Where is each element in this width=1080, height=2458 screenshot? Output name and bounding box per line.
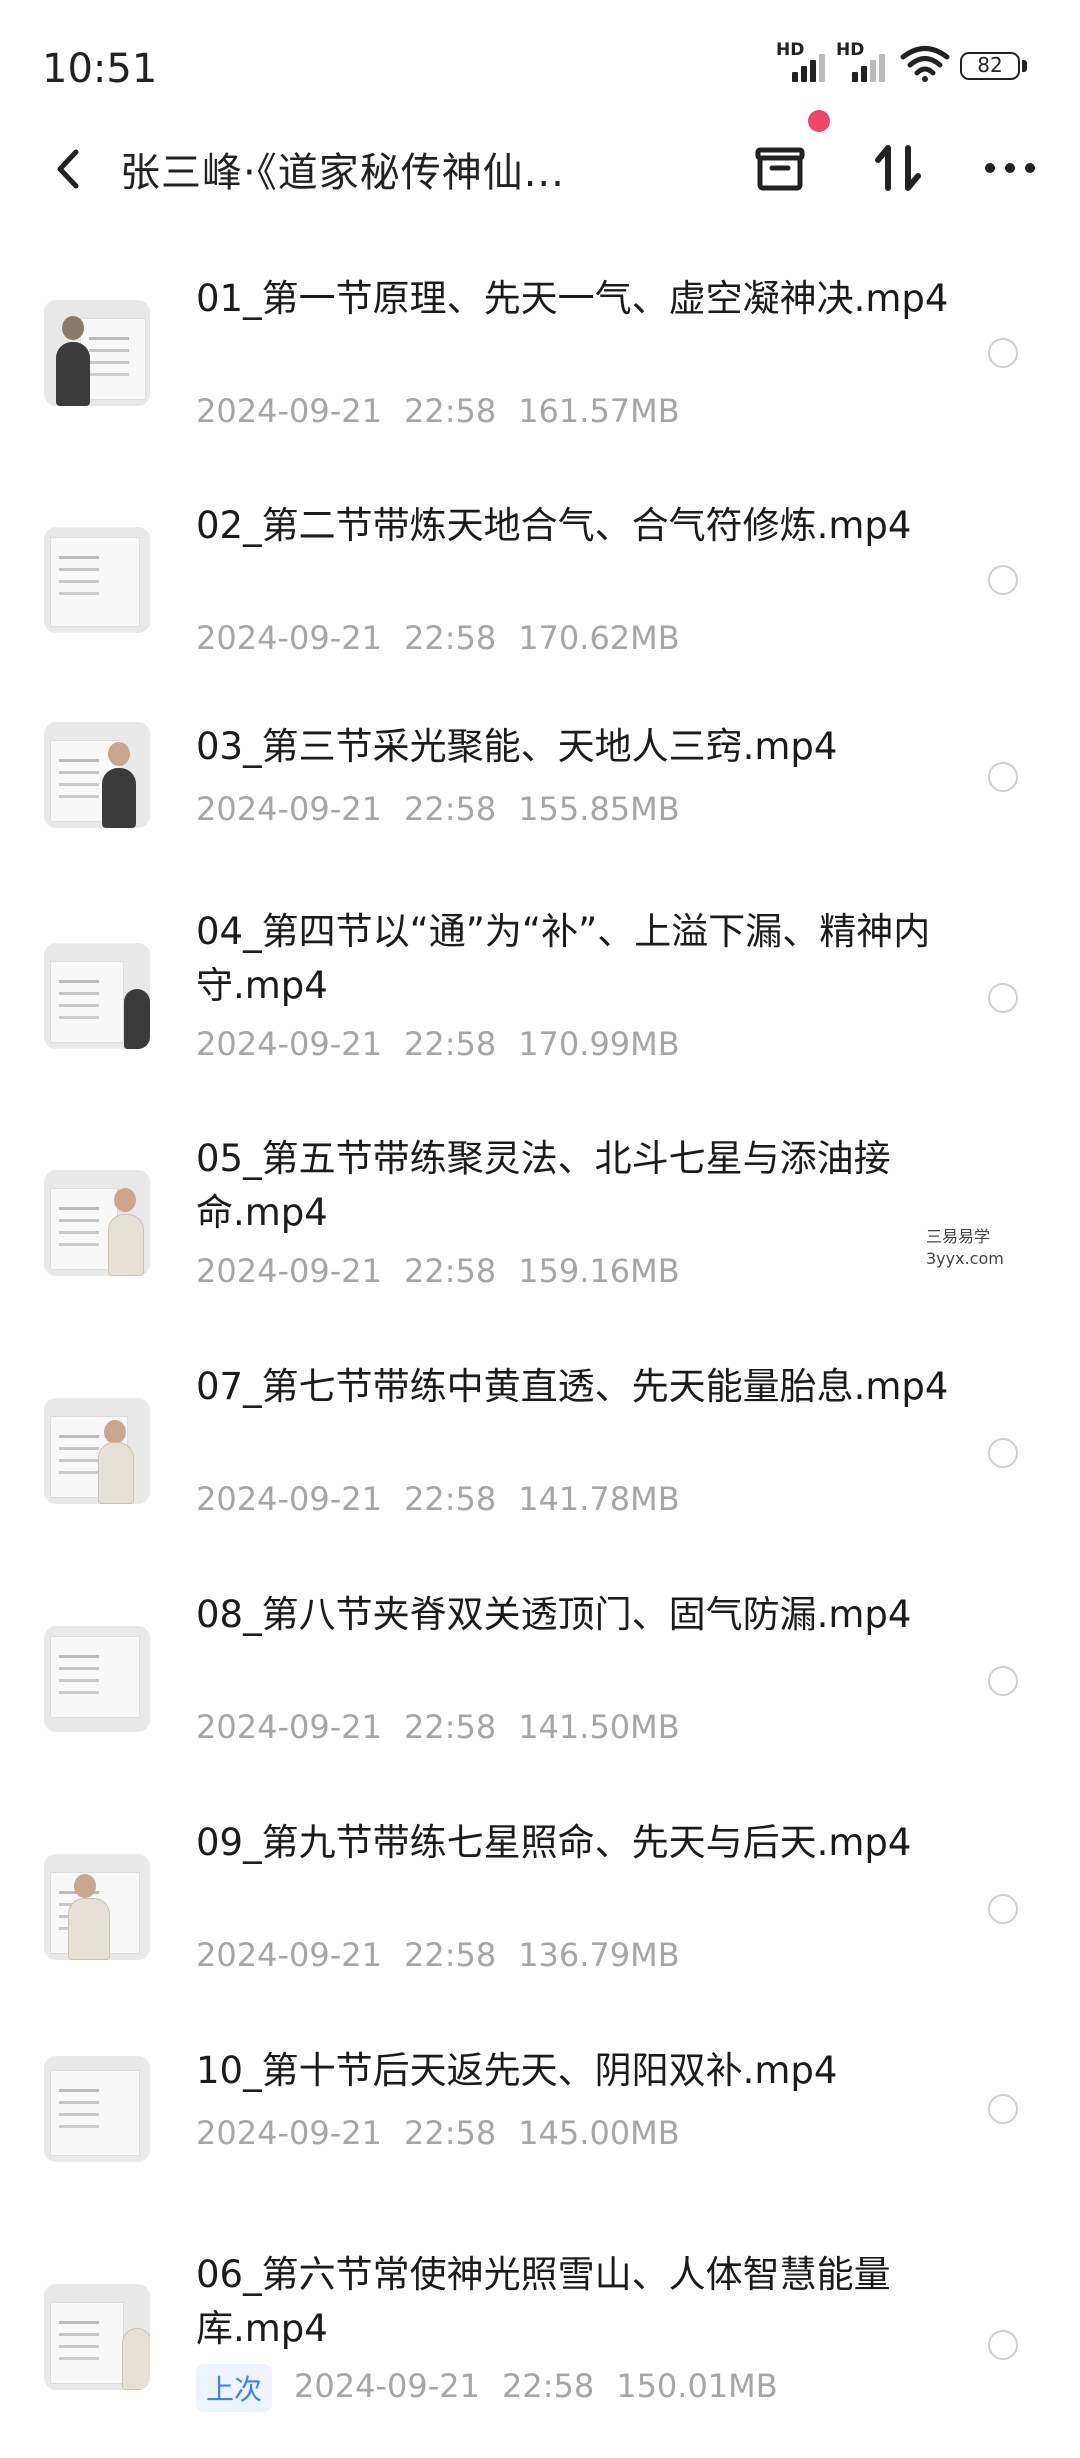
file-meta: 2024-09-21 22:58 141.50MB (196, 1708, 702, 1746)
video-thumbnail (44, 943, 150, 1049)
file-time: 22:58 (403, 1025, 497, 1063)
select-radio[interactable] (988, 2330, 1018, 2360)
list-item[interactable]: 05_第五节带练聚灵法、北斗七星与添油接命.mp4 2024-09-21 22:5… (0, 1130, 1080, 1320)
file-date: 2024-09-21 (196, 392, 382, 430)
status-bar: 10:51 HD HD 82 (0, 0, 1080, 130)
file-name: 03_第三节采光聚能、天地人三窍.mp4 (196, 725, 838, 768)
wifi-icon (900, 46, 950, 82)
file-name: 06_第六节常使神光照雪山、人体智慧能量库.mp4 (196, 2253, 891, 2350)
video-thumbnail (44, 2284, 150, 2390)
video-thumbnail (44, 1626, 150, 1732)
watermark-line1: 三易易学 (926, 1227, 991, 1246)
list-item[interactable]: 07_第七节带练中黄直透、先天能量胎息.mp4 2024-09-21 22:58 1… (0, 1358, 1080, 1548)
archive-icon[interactable] (748, 136, 812, 200)
file-size: 141.78MB (518, 1480, 680, 1518)
file-time: 22:58 (403, 790, 497, 828)
list-item[interactable]: 03_第三节采光聚能、天地人三窍.mp4 2024-09-21 22:58 155.… (0, 722, 1080, 852)
file-size: 141.50MB (518, 1708, 680, 1746)
file-date: 2024-09-21 (196, 1936, 382, 1974)
list-item[interactable]: 06_第六节常使神光照雪山、人体智慧能量库.mp4 上次 2024-09-21 22… (0, 2246, 1080, 2436)
select-radio[interactable] (988, 1666, 1018, 1696)
file-date: 2024-09-21 (196, 790, 382, 828)
file-meta: 2024-09-21 22:58 136.79MB (196, 1936, 702, 1974)
select-radio[interactable] (988, 1438, 1018, 1468)
file-date: 2024-09-21 (196, 1480, 382, 1518)
file-time: 22:58 (403, 619, 497, 657)
file-date: 2024-09-21 (196, 1025, 382, 1063)
file-name: 04_第四节以“通”为“补”、上溢下漏、精神内守.mp4 (196, 910, 931, 1007)
select-radio[interactable] (988, 762, 1018, 792)
file-name: 07_第七节带练中黄直透、先天能量胎息.mp4 (196, 1365, 949, 1408)
video-thumbnail (44, 1398, 150, 1504)
signal-2-icon: HD (836, 40, 898, 84)
file-time: 22:58 (403, 1708, 497, 1746)
list-item[interactable]: 04_第四节以“通”为“补”、上溢下漏、精神内守.mp4 2024-09-21 2… (0, 903, 1080, 1093)
file-meta: 2024-09-21 22:58 159.16MB (196, 1252, 702, 1290)
file-name: 08_第八节夹脊双关透顶门、固气防漏.mp4 (196, 1593, 912, 1636)
file-name: 05_第五节带练聚灵法、北斗七星与添油接命.mp4 (196, 1137, 891, 1234)
file-time: 22:58 (403, 1480, 497, 1518)
video-thumbnail (44, 2056, 150, 2162)
file-date: 2024-09-21 (196, 619, 382, 657)
file-size: 161.57MB (518, 392, 680, 430)
file-size: 145.00MB (518, 2114, 680, 2152)
list-item[interactable]: 08_第八节夹脊双关透顶门、固气防漏.mp4 2024-09-21 22:58 14… (0, 1586, 1080, 1776)
video-thumbnail (44, 722, 150, 828)
file-date: 2024-09-21 (196, 1252, 382, 1290)
last-watched-badge: 上次 (196, 2364, 273, 2412)
file-date: 2024-09-21 (196, 1708, 382, 1746)
file-name: 10_第十节后天返先天、阴阳双补.mp4 (196, 2049, 838, 2092)
select-radio[interactable] (988, 1894, 1018, 1924)
file-size: 170.99MB (518, 1025, 680, 1063)
watermark-line2: 3yyx.com (926, 1249, 1004, 1268)
video-thumbnail (44, 300, 150, 406)
file-meta: 2024-09-21 22:58 161.57MB (196, 392, 702, 430)
file-date: 2024-09-21 (196, 2114, 382, 2152)
list-item[interactable]: 01_第一节原理、先天一气、虚空凝神决.mp4 2024-09-21 22:58 1… (0, 270, 1080, 460)
file-size: 170.62MB (518, 619, 680, 657)
file-meta: 2024-09-21 22:58 170.62MB (196, 619, 702, 657)
file-meta: 2024-09-21 22:58 145.00MB (196, 2114, 702, 2152)
video-thumbnail (44, 1854, 150, 1960)
sort-icon[interactable] (866, 136, 930, 200)
file-meta: 上次 2024-09-21 22:58 150.01MB (196, 2364, 800, 2412)
list-item[interactable]: 10_第十节后天返先天、阴阳双补.mp4 2024-09-21 22:58 145.… (0, 2046, 1080, 2176)
notification-dot (808, 110, 830, 132)
file-size: 155.85MB (518, 790, 680, 828)
list-item[interactable]: 02_第二节带炼天地合气、合气符修炼.mp4 2024-09-21 22:58 17… (0, 497, 1080, 687)
video-thumbnail (44, 527, 150, 633)
status-time: 10:51 (42, 46, 158, 92)
file-time: 22:58 (403, 2114, 497, 2152)
header-bar: 张三峰·《道家秘传神仙... (0, 120, 1080, 220)
file-meta: 2024-09-21 22:58 141.78MB (196, 1480, 702, 1518)
back-arrow-icon[interactable] (48, 144, 88, 194)
file-size: 159.16MB (518, 1252, 680, 1290)
file-name: 09_第九节带练七星照命、先天与后天.mp4 (196, 1821, 912, 1864)
battery-level: 82 (960, 52, 1020, 80)
watermark: 三易易学 3yyx.com (926, 1226, 1004, 1270)
page-title: 张三峰·《道家秘传神仙... (120, 150, 565, 196)
video-thumbnail (44, 1170, 150, 1276)
file-meta: 2024-09-21 22:58 170.99MB (196, 1025, 702, 1063)
file-meta: 2024-09-21 22:58 155.85MB (196, 790, 702, 828)
file-size: 150.01MB (616, 2367, 778, 2405)
file-time: 22:58 (501, 2367, 595, 2405)
file-time: 22:58 (403, 1252, 497, 1290)
file-time: 22:58 (403, 1936, 497, 1974)
battery-icon: 82 (960, 52, 1030, 82)
file-date: 2024-09-21 (294, 2367, 480, 2405)
signal-1-icon: HD (776, 40, 838, 84)
file-name: 02_第二节带炼天地合气、合气符修炼.mp4 (196, 504, 912, 547)
select-radio[interactable] (988, 338, 1018, 368)
file-time: 22:58 (403, 392, 497, 430)
file-name: 01_第一节原理、先天一气、虚空凝神决.mp4 (196, 277, 949, 320)
file-size: 136.79MB (518, 1936, 680, 1974)
more-icon[interactable] (978, 136, 1042, 200)
select-radio[interactable] (988, 565, 1018, 595)
select-radio[interactable] (988, 2094, 1018, 2124)
select-radio[interactable] (988, 983, 1018, 1013)
list-item[interactable]: 09_第九节带练七星照命、先天与后天.mp4 2024-09-21 22:58 13… (0, 1814, 1080, 2004)
